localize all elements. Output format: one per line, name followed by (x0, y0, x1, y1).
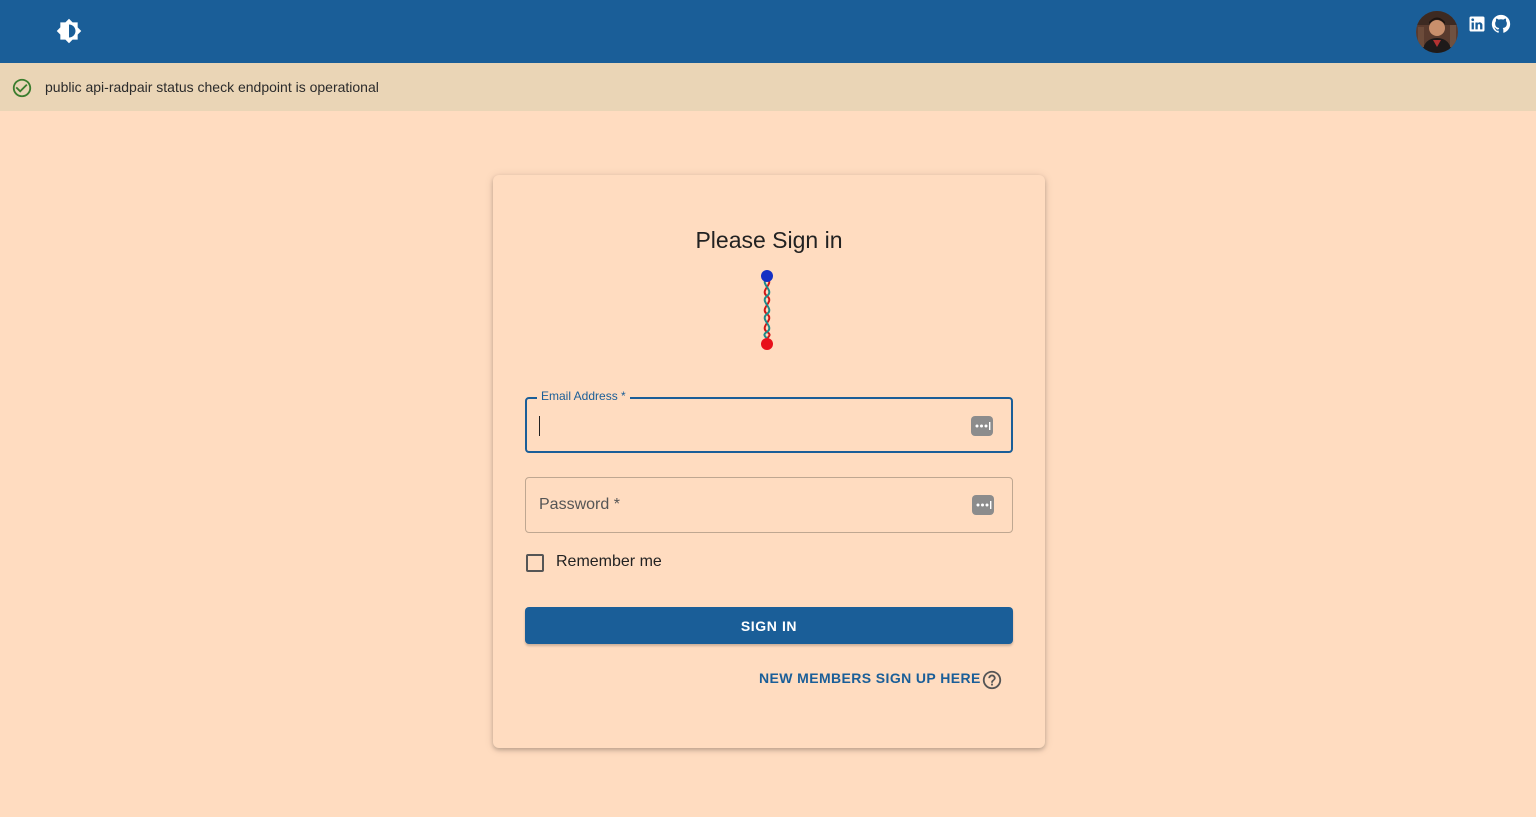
password-manager-icon[interactable] (972, 495, 994, 515)
email-input[interactable] (527, 399, 1011, 451)
dna-helix-icon (761, 270, 773, 350)
brightness-toggle-icon[interactable] (56, 18, 82, 44)
login-card: Please Sign in Email Address * Password … (493, 175, 1045, 748)
email-field[interactable]: Email Address * (525, 389, 1013, 453)
help-circle-icon[interactable] (981, 669, 1003, 691)
text-cursor (539, 416, 540, 436)
check-circle-icon (12, 78, 32, 98)
status-message: public api-radpair status check endpoint… (45, 79, 379, 95)
password-field[interactable]: Password * (525, 477, 1013, 533)
linkedin-icon[interactable] (1467, 14, 1487, 34)
avatar[interactable] (1416, 11, 1458, 53)
top-app-bar (0, 0, 1536, 63)
sign-in-button[interactable]: SIGN IN (525, 607, 1013, 644)
remember-me-label: Remember me (556, 553, 662, 570)
password-manager-icon[interactable] (971, 416, 993, 436)
password-input[interactable] (526, 478, 1012, 532)
github-icon[interactable] (1490, 13, 1512, 35)
status-banner: public api-radpair status check endpoint… (0, 63, 1536, 111)
page-title: Please Sign in (695, 227, 843, 253)
sign-up-link[interactable]: NEW MEMBERS SIGN UP HERE (759, 670, 981, 686)
checkbox-box[interactable] (526, 554, 544, 572)
